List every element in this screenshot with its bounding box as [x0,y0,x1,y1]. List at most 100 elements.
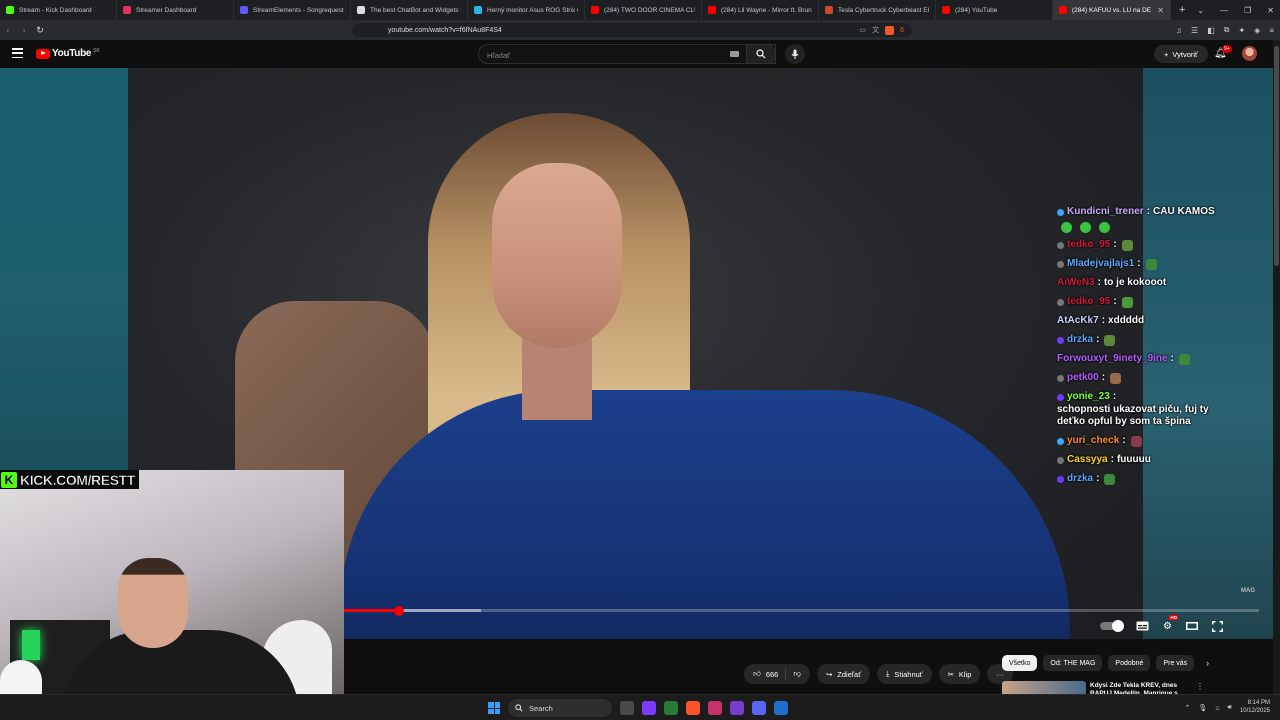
taskbar-app-icon[interactable] [686,701,700,715]
scrollbar-thumb[interactable] [1274,46,1279,266]
chat-message: drzka: [1057,334,1237,347]
filter-chip[interactable]: Pre vás [1156,655,1195,671]
browser-tab[interactable]: (284) KAFUU vs. LU na DETEK ✕ [1053,0,1171,20]
browser-tab[interactable]: StreamElements - Songrequest [234,0,351,20]
keyboard-icon[interactable] [730,51,739,57]
taskbar-app-icon[interactable] [664,701,678,715]
tab-label: (284) KAFUU vs. LU na DETEK [1072,6,1152,14]
chat-separator: : [1112,391,1117,402]
clip-button[interactable]: ✂ Klip [938,664,981,684]
window-controls: ⌄ — ❐ ✕ [1197,0,1274,20]
taskbar-app-icon[interactable] [752,701,766,715]
brave-shield-icon[interactable] [885,25,895,35]
chat-username: Kundicni_trener [1067,206,1144,217]
browser-tab-bar: Stream - Kick Dashboard Streamer Dashboar… [0,0,1280,20]
music-icon[interactable]: ♫ [1176,26,1182,35]
browser-tab[interactable]: Streamer Dashboard [117,0,234,20]
chat-text: fuuuuu [1116,454,1151,465]
voice-search-button[interactable] [785,44,805,64]
taskbar-app-icon[interactable] [774,701,788,715]
filter-chip[interactable]: Podobné [1108,655,1151,671]
autoplay-toggle[interactable] [1100,618,1124,634]
search-input[interactable] [479,46,719,65]
minimize-icon[interactable]: — [1220,6,1228,15]
taskbar-search[interactable]: Search [508,699,612,717]
progress-bar[interactable] [344,605,1259,616]
download-button[interactable]: ⤓ Stiahnuť [877,664,932,684]
pepe-emote-icon [1061,221,1072,233]
browser-tab[interactable]: (284) YouTube [936,0,1053,20]
pepe-emote-icon [1099,221,1110,233]
create-button[interactable]: + Vytvoriť [1154,45,1208,63]
youtube-header: YouTube SK + Vytvoriť 🔔︎ 9+ [0,40,1280,68]
taskbar-app-icon[interactable] [730,701,744,715]
screenshot-icon[interactable]: ⧉ [1224,25,1230,35]
browser-tab[interactable]: Herný monitor Asus ROG Strix OLI [468,0,585,20]
shield-icon[interactable]: ◈ [1254,26,1260,35]
hamburger-menu-icon[interactable] [12,48,23,58]
green-light [22,630,40,660]
tab-label: (284) TWO DOOR CINEMA CLUB | [604,6,695,14]
chat-text: CAU KAMOS [1153,206,1215,217]
recommendation-more-icon[interactable]: ⋮ [1196,682,1204,691]
tray-volume-icon[interactable]: 🔊︎ [1228,704,1232,712]
tray-mic-icon[interactable]: 🎙︎ [1198,704,1207,712]
recommendation-title-line1[interactable]: Kdysi Zde Tekla KREV, dnes [1090,682,1185,690]
tab-close-icon[interactable]: ✕ [1157,6,1164,15]
reload-icon[interactable]: ↻ [32,25,48,36]
search-button[interactable] [746,44,776,64]
url-field[interactable]: youtube.com/watch?v=f6fNAu8F4S4 ▭ 文 6 [352,23,912,37]
chat-badge-icon [1057,208,1064,216]
chat-emote-icon [1104,334,1116,346]
tray-network-icon[interactable]: ⌂ [1215,705,1219,712]
forward-icon[interactable]: › [16,25,32,35]
reading-list-icon[interactable]: ☰ [1191,26,1198,35]
chips-next-icon[interactable]: › [1206,658,1209,668]
maximize-icon[interactable]: ❐ [1244,6,1251,15]
browser-tab[interactable]: Stream - Kick Dashboard [0,0,117,20]
sidebar-icon[interactable]: ◧ [1207,26,1215,35]
create-label: Vytvoriť [1172,49,1198,59]
fullscreen-icon[interactable] [1211,618,1223,634]
translate-icon[interactable]: 文 [872,25,879,35]
new-tab-button[interactable]: + [1171,4,1193,16]
settings-gear-icon[interactable]: ⚙ HD [1163,615,1178,634]
tab-search-icon[interactable]: ⌄ [1197,6,1204,15]
youtube-logo[interactable]: YouTube SK [36,48,100,59]
page-scrollbar[interactable] [1273,40,1280,694]
chat-emote-icon [1110,372,1122,384]
theater-mode-icon[interactable] [1185,618,1198,634]
brave-rewards-count[interactable]: 6 [900,27,904,34]
windows-start-icon[interactable] [488,702,500,714]
taskbar-app-icon[interactable] [642,701,656,715]
close-window-icon[interactable]: ✕ [1267,6,1274,15]
taskbar-app-icon[interactable] [708,701,722,715]
streamer-head [118,558,188,648]
dislike-icon[interactable]: 👎︎ [793,669,801,679]
subtitles-icon[interactable] [1136,618,1149,634]
browser-tab[interactable]: Tesla Cybertruck Cyberbeast Elect [819,0,936,20]
browser-tab[interactable]: (284) Lil Wayne - Mirror ft. Bruno [702,0,819,20]
url-text[interactable]: youtube.com/watch?v=f6fNAu8F4S4 [388,27,502,34]
extensions-icon[interactable]: ✦ [1238,26,1245,35]
filter-chip[interactable]: Od: THE MAG [1043,655,1103,671]
tray-chevron-icon[interactable]: ⌃ [1185,704,1191,712]
back-icon[interactable]: ‹ [0,25,16,35]
tab-label: StreamElements - Songrequest [253,6,344,14]
chat-separator: : [1096,334,1100,345]
like-icon[interactable]: 👍︎ [753,669,761,679]
browser-tab[interactable]: (284) TWO DOOR CINEMA CLUB | [585,0,702,20]
recommendation-thumbnail[interactable] [1002,681,1086,694]
scrubber-handle[interactable] [393,605,404,616]
filter-chip[interactable]: Všetko [1002,655,1038,671]
like-count[interactable]: 666 [766,670,779,679]
account-avatar[interactable] [1242,46,1257,61]
install-app-icon[interactable]: ▭ [859,26,866,34]
share-button[interactable]: ↪ Zdieľať [816,664,871,684]
download-label: Stiahnuť [894,669,923,679]
chat-text: xddddd [1108,315,1145,326]
taskbar-clock[interactable]: 8:14 PM 10/12/2025 [1240,700,1270,716]
taskbar-app-icon[interactable] [620,701,634,715]
browser-tab[interactable]: The best ChatBot and Widgets for [351,0,468,20]
menu-icon[interactable]: ≡ [1269,26,1274,35]
